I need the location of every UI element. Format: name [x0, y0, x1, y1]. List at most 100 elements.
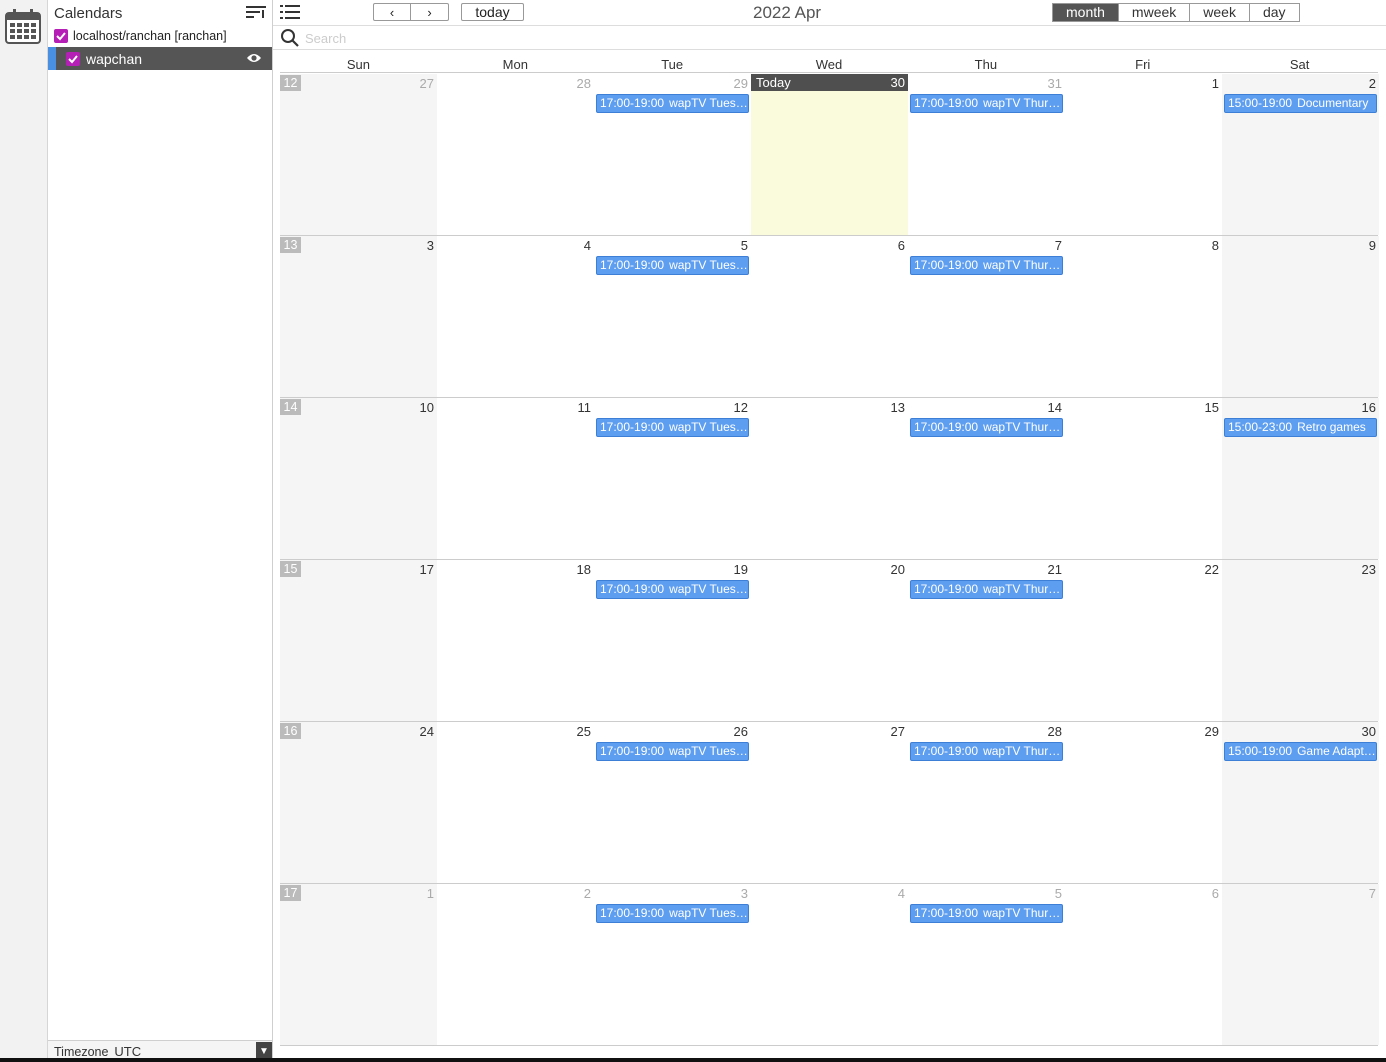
week-number[interactable]: 15 — [280, 561, 301, 577]
search-icon[interactable] — [280, 28, 300, 48]
day-cell[interactable]: 27 — [751, 722, 908, 883]
today-button[interactable]: today — [461, 3, 524, 21]
day-number: 3 — [740, 886, 748, 901]
day-cell[interactable]: 17 15 — [280, 560, 437, 721]
calendar-item-wapchan[interactable]: wapchan — [48, 47, 272, 70]
account-row[interactable]: localhost/ranchan [ranchan] — [54, 26, 227, 46]
day-cell[interactable]: 1 17 — [280, 884, 437, 1045]
bottom-strip — [0, 1058, 1386, 1062]
day-cell[interactable]: 12 17:00-19:00 wapTV Tuesday — [594, 398, 751, 559]
day-cell[interactable]: 7 17:00-19:00 wapTV Thursday — [908, 236, 1065, 397]
calendar-event[interactable]: 17:00-19:00 wapTV Thursday — [910, 904, 1063, 923]
event-title: wapTV Thursday — [983, 96, 1062, 110]
day-cell[interactable]: 13 — [751, 398, 908, 559]
day-cell[interactable]: 5 17:00-19:00 wapTV Thursday — [908, 884, 1065, 1045]
weekday-label-mon: Mon — [502, 57, 528, 72]
day-cell[interactable]: 28 — [437, 74, 594, 235]
timezone-select[interactable]: UTC — [114, 1044, 256, 1059]
event-title: wapTV Thursday — [983, 582, 1062, 596]
week-number[interactable]: 12 — [280, 75, 301, 91]
day-cell[interactable]: 14 17:00-19:00 wapTV Thursday — [908, 398, 1065, 559]
day-cell[interactable]: 4 — [751, 884, 908, 1045]
day-number: 21 — [1047, 562, 1062, 577]
day-cell[interactable]: 11 — [437, 398, 594, 559]
event-time: 17:00-19:00 — [600, 906, 665, 920]
day-cell[interactable]: 7 — [1222, 884, 1379, 1045]
day-cell[interactable]: 25 — [437, 722, 594, 883]
day-cell[interactable]: 28 17:00-19:00 wapTV Thursday — [908, 722, 1065, 883]
calendar-event[interactable]: 17:00-19:00 wapTV Tuesday — [596, 904, 749, 923]
day-cell[interactable]: 2 15:00-19:00 Documentary — [1222, 74, 1379, 235]
day-cell[interactable]: 3 17:00-19:00 wapTV Tuesday — [594, 884, 751, 1045]
calendar-event[interactable]: 15:00-19:00 Game Adaptation — [1224, 742, 1377, 761]
day-cell[interactable]: 4 — [437, 236, 594, 397]
day-cell[interactable]: 10 14 — [280, 398, 437, 559]
day-cell[interactable]: 24 16 — [280, 722, 437, 883]
day-cell[interactable]: 6 — [1065, 884, 1222, 1045]
week-number[interactable]: 13 — [280, 237, 301, 253]
day-number: 1 — [1211, 76, 1219, 91]
toolbar: ‹ › today 2022 Apr month mweek week day — [273, 0, 1386, 25]
calendar-event[interactable]: 15:00-19:00 Documentary — [1224, 94, 1377, 113]
calendar-event[interactable]: 17:00-19:00 wapTV Thursday — [910, 94, 1063, 113]
week-number[interactable]: 14 — [280, 399, 301, 415]
day-cell[interactable]: 31 17:00-19:00 wapTV Thursday — [908, 74, 1065, 235]
calendar-event[interactable]: 15:00-23:00 Retro games — [1224, 418, 1377, 437]
view-tab-month[interactable]: month — [1053, 4, 1118, 21]
week-row: 17 15 18 19 17:00-19:00 wapTV Tuesday 20 21 17:0… — [280, 560, 1379, 722]
day-cell[interactable]: 2 — [437, 884, 594, 1045]
day-cell[interactable]: 9 — [1222, 236, 1379, 397]
calendar-event[interactable]: 17:00-19:00 wapTV Thursday — [910, 580, 1063, 599]
prev-month-button[interactable]: ‹ — [373, 3, 411, 21]
calendar-event[interactable]: 17:00-19:00 wapTV Thursday — [910, 418, 1063, 437]
day-cell[interactable]: 16 15:00-23:00 Retro games — [1222, 398, 1379, 559]
eye-icon[interactable] — [246, 52, 262, 64]
day-cell[interactable]: 5 17:00-19:00 wapTV Tuesday — [594, 236, 751, 397]
day-cell[interactable]: 21 17:00-19:00 wapTV Thursday — [908, 560, 1065, 721]
calendar-event[interactable]: 17:00-19:00 wapTV Tuesday — [596, 418, 749, 437]
calendar-event[interactable]: 17:00-19:00 wapTV Tuesday — [596, 742, 749, 761]
view-tab-day[interactable]: day — [1248, 4, 1299, 21]
weekday-label-tue: Tue — [661, 57, 684, 72]
account-checkbox[interactable] — [54, 29, 68, 43]
month-grid: 27 12 28 29 17:00-19:00 wapTV Tuesday Today 30 3… — [280, 74, 1379, 1050]
calendar-event[interactable]: 17:00-19:00 wapTV Tuesday — [596, 94, 749, 113]
calendar-app-icon[interactable] — [5, 8, 41, 44]
day-number: 31 — [1047, 76, 1062, 91]
calendar-checkbox[interactable] — [66, 51, 80, 66]
calendar-event[interactable]: 17:00-19:00 wapTV Thursday — [910, 256, 1063, 275]
event-time: 17:00-19:00 — [914, 258, 979, 272]
day-cell[interactable]: 6 — [751, 236, 908, 397]
day-cell[interactable]: 8 — [1065, 236, 1222, 397]
day-cell[interactable]: 20 — [751, 560, 908, 721]
event-time: 15:00-19:00 — [1228, 96, 1293, 110]
day-cell[interactable]: 3 13 — [280, 236, 437, 397]
search-input[interactable] — [305, 29, 705, 47]
day-cell[interactable]: 26 17:00-19:00 wapTV Tuesday — [594, 722, 751, 883]
view-tab-mweek[interactable]: mweek — [1117, 4, 1190, 21]
day-cell[interactable]: 1 — [1065, 74, 1222, 235]
calendar-event[interactable]: 17:00-19:00 wapTV Tuesday — [596, 580, 749, 599]
day-cell[interactable]: 23 — [1222, 560, 1379, 721]
next-month-button[interactable]: › — [410, 3, 449, 21]
day-cell[interactable]: 29 — [1065, 722, 1222, 883]
week-number[interactable]: 16 — [280, 723, 301, 739]
day-cell[interactable]: 29 17:00-19:00 wapTV Tuesday — [594, 74, 751, 235]
calendar-event[interactable]: 17:00-19:00 wapTV Tuesday — [596, 256, 749, 275]
week-number[interactable]: 17 — [280, 885, 301, 901]
day-cell[interactable]: 19 17:00-19:00 wapTV Tuesday — [594, 560, 751, 721]
day-cell[interactable]: 30 15:00-19:00 Game Adaptation — [1222, 722, 1379, 883]
event-time: 17:00-19:00 — [914, 582, 979, 596]
day-cell[interactable]: 18 — [437, 560, 594, 721]
list-menu-icon[interactable] — [280, 4, 300, 20]
day-cell[interactable]: 22 — [1065, 560, 1222, 721]
view-tab-week[interactable]: week — [1189, 4, 1249, 21]
calendar-event[interactable]: 17:00-19:00 wapTV Thursday — [910, 742, 1063, 761]
sort-icon[interactable] — [245, 4, 267, 20]
day-number: 23 — [1361, 562, 1376, 577]
day-cell[interactable]: Today 30 — [751, 74, 908, 235]
event-time: 17:00-19:00 — [914, 906, 979, 920]
day-number: 2 — [583, 886, 591, 901]
day-cell[interactable]: 15 — [1065, 398, 1222, 559]
day-cell[interactable]: 27 12 — [280, 74, 437, 235]
